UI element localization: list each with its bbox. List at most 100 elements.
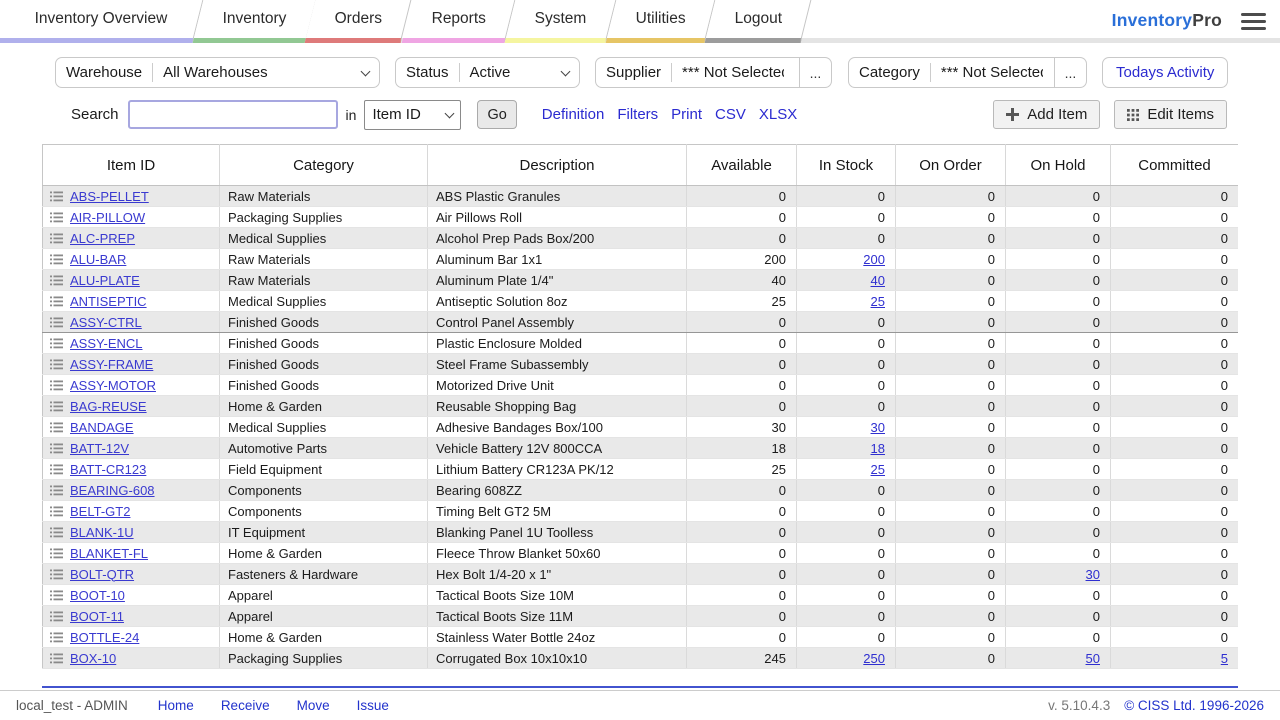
item-id-link[interactable]: BOLT-QTR <box>70 567 134 582</box>
item-id-link[interactable]: BOTTLE-24 <box>70 630 139 645</box>
in-stock-cell-link[interactable]: 30 <box>871 420 885 435</box>
edit-items-button[interactable]: Edit Items <box>1114 100 1227 129</box>
supplier-value: *** Not Selected <box>672 64 784 81</box>
tab-utilities[interactable]: Utilities <box>605 0 715 43</box>
category-cell: Fasteners & Hardware <box>220 564 428 585</box>
link-filters[interactable]: Filters <box>617 106 658 123</box>
warehouse-select[interactable]: Warehouse All Warehouses <box>55 57 380 88</box>
tab-reports[interactable]: Reports <box>401 0 515 43</box>
on-order-cell: 0 <box>896 354 1006 375</box>
in-stock-cell-link[interactable]: 40 <box>871 273 885 288</box>
item-id-link[interactable]: ANTISEPTIC <box>70 294 147 309</box>
item-id-cell: ASSY-MOTOR <box>43 375 220 396</box>
item-id-link[interactable]: BATT-CR123 <box>70 462 146 477</box>
on-order-cell: 0 <box>896 375 1006 396</box>
footer-link-issue[interactable]: Issue <box>357 698 389 713</box>
item-id-link[interactable]: BOOT-10 <box>70 588 125 603</box>
category-cell: Medical Supplies <box>220 291 428 312</box>
list-icon <box>50 191 63 202</box>
in-stock-cell: 25 <box>797 459 896 480</box>
item-id-link[interactable]: BANDAGE <box>70 420 134 435</box>
available-cell: 0 <box>687 606 797 627</box>
item-id-link[interactable]: BAG-REUSE <box>70 399 147 414</box>
on-order-cell: 0 <box>896 228 1006 249</box>
footer-link-receive[interactable]: Receive <box>221 698 270 713</box>
status-select[interactable]: Status Active <box>395 57 580 88</box>
item-id-link[interactable]: BEARING-608 <box>70 483 155 498</box>
on-hold-cell-link[interactable]: 50 <box>1086 651 1100 666</box>
table-row: BOOT-11ApparelTactical Boots Size 11M000… <box>43 606 1239 627</box>
go-button[interactable]: Go <box>477 100 516 129</box>
table-row: BOTTLE-24Home & GardenStainless Water Bo… <box>43 627 1239 648</box>
tab-orders[interactable]: Orders <box>305 0 412 43</box>
table-row: BATT-CR123Field EquipmentLithium Battery… <box>43 459 1239 480</box>
item-id-link[interactable]: BOOT-11 <box>70 609 124 624</box>
on-hold-cell-link[interactable]: 30 <box>1086 567 1100 582</box>
app-logo: InventoryPro <box>1112 10 1222 31</box>
category-cell: Components <box>220 501 428 522</box>
item-id-link[interactable]: BLANK-1U <box>70 525 134 540</box>
in-stock-cell-link[interactable]: 25 <box>871 462 885 477</box>
supplier-more-button[interactable]: ... <box>800 57 832 88</box>
item-id-link[interactable]: ALC-PREP <box>70 231 135 246</box>
in-stock-cell-link[interactable]: 200 <box>863 252 885 267</box>
on-hold-cell: 0 <box>1006 585 1111 606</box>
category-cell: Apparel <box>220 606 428 627</box>
list-icon <box>50 485 63 496</box>
committed-cell: 0 <box>1111 228 1239 249</box>
in-stock-cell-link[interactable]: 18 <box>871 441 885 456</box>
category-more-button[interactable]: ... <box>1055 57 1087 88</box>
category-cell: Packaging Supplies <box>220 207 428 228</box>
edit-items-label: Edit Items <box>1147 106 1214 123</box>
committed-cell-link[interactable]: 5 <box>1221 651 1228 666</box>
category-filter[interactable]: Category *** Not Selected <box>848 57 1055 88</box>
item-id-link[interactable]: ASSY-MOTOR <box>70 378 156 393</box>
list-icon <box>50 275 63 286</box>
item-id-link[interactable]: AIR-PILLOW <box>70 210 145 225</box>
item-id-link[interactable]: BELT-GT2 <box>70 504 130 519</box>
search-field-value: Item ID <box>372 106 420 123</box>
add-item-button[interactable]: Add Item <box>993 100 1100 129</box>
item-id-link[interactable]: BOX-10 <box>70 651 116 666</box>
tab-inventory[interactable]: Inventory <box>192 0 315 43</box>
on-hold-cell: 0 <box>1006 291 1111 312</box>
item-id-link[interactable]: ASSY-ENCL <box>70 336 143 351</box>
todays-activity-button[interactable]: Todays Activity <box>1102 57 1228 88</box>
item-id-cell: ANTISEPTIC <box>43 291 220 312</box>
committed-cell: 0 <box>1111 270 1239 291</box>
item-id-link[interactable]: BATT-12V <box>70 441 129 456</box>
tab-inventory-overview[interactable]: Inventory Overview <box>0 0 203 43</box>
supplier-filter[interactable]: Supplier *** Not Selected <box>595 57 800 88</box>
item-id-cell: ABS-PELLET <box>43 186 220 207</box>
item-id-link[interactable]: ALU-PLATE <box>70 273 140 288</box>
in-stock-cell-link[interactable]: 250 <box>863 651 885 666</box>
search-field-select[interactable]: Item ID <box>364 100 461 130</box>
item-id-link[interactable]: BLANKET-FL <box>70 546 148 561</box>
search-input[interactable] <box>128 100 338 129</box>
on-order-cell: 0 <box>896 207 1006 228</box>
description-cell: ABS Plastic Granules <box>428 186 687 207</box>
item-id-link[interactable]: ABS-PELLET <box>70 189 149 204</box>
item-id-link[interactable]: ALU-BAR <box>70 252 126 267</box>
link-csv[interactable]: CSV <box>715 106 746 123</box>
copyright-link[interactable]: © CISS Ltd. 1996-2026 <box>1124 698 1264 713</box>
user-session-label: local_test - ADMIN <box>16 698 128 713</box>
menu-icon[interactable] <box>1241 13 1266 30</box>
link-definition[interactable]: Definition <box>542 106 605 123</box>
tab-logout[interactable]: Logout <box>704 0 811 43</box>
item-id-link[interactable]: ASSY-FRAME <box>70 357 153 372</box>
footer-link-move[interactable]: Move <box>297 698 330 713</box>
footer-link-home[interactable]: Home <box>158 698 194 713</box>
on-hold-cell: 0 <box>1006 396 1111 417</box>
list-icon <box>50 422 63 433</box>
tab-system[interactable]: System <box>505 0 616 43</box>
item-id-cell: AIR-PILLOW <box>43 207 220 228</box>
in-stock-cell-link[interactable]: 25 <box>871 294 885 309</box>
in-stock-cell: 250 <box>797 648 896 669</box>
link-print[interactable]: Print <box>671 106 702 123</box>
item-id-cell: ALC-PREP <box>43 228 220 249</box>
item-id-link[interactable]: ASSY-CTRL <box>70 315 142 330</box>
link-xlsx[interactable]: XLSX <box>759 106 797 123</box>
on-order-cell: 0 <box>896 312 1006 333</box>
available-cell: 0 <box>687 186 797 207</box>
